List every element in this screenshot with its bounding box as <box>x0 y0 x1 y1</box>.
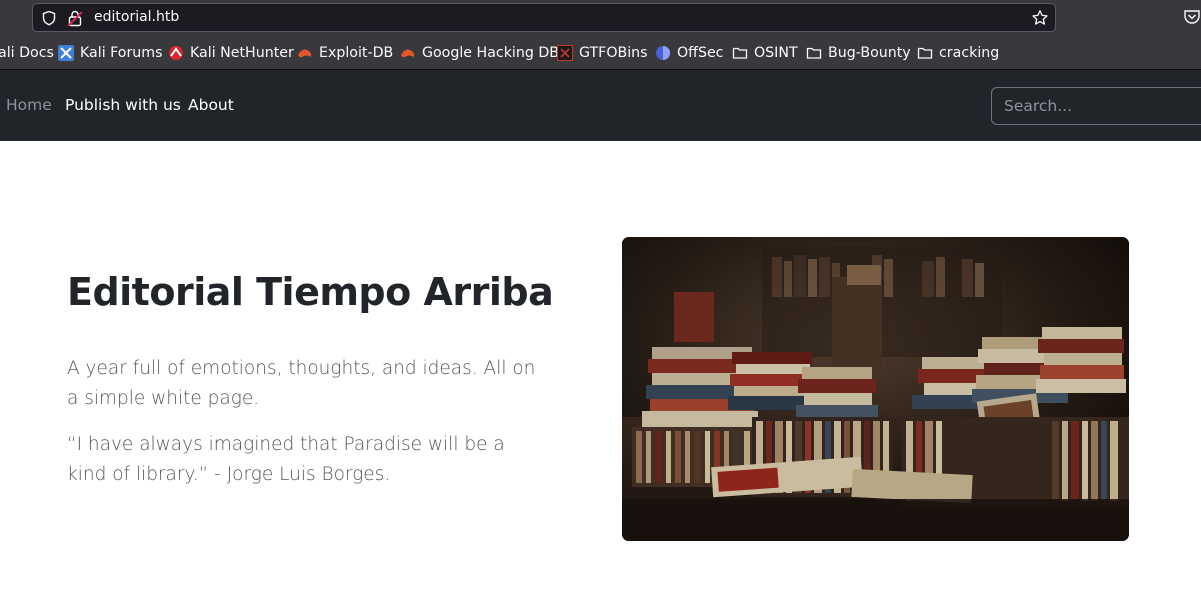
kali-forums-icon <box>58 45 74 61</box>
bookmark-label: ali Docs <box>0 45 54 61</box>
bookmark-label: cracking <box>939 45 1000 61</box>
insecure-lock-icon[interactable] <box>67 9 83 27</box>
bookmarks-toolbar: ali Docs Kali Forums Kali NetHunter Expl… <box>0 40 1201 66</box>
bookmark-kali-forums[interactable]: Kali Forums <box>58 43 163 63</box>
bookmark-label: OSINT <box>754 45 798 61</box>
bookmark-label: OffSec <box>677 45 724 61</box>
address-bar[interactable]: editorial.htb <box>32 3 1056 32</box>
folder-icon <box>732 47 748 59</box>
hero-paragraph: A year full of emotions, thoughts, and i… <box>67 358 536 409</box>
bookmark-gtfobins[interactable]: GTFOBins <box>557 43 648 63</box>
ghdb-icon <box>401 49 415 58</box>
exploit-db-icon <box>298 49 312 58</box>
folder-icon <box>806 47 822 59</box>
bookmark-label: Kali Forums <box>80 45 163 61</box>
bookmark-label: Exploit-DB <box>319 45 394 61</box>
bookmark-folder-osint[interactable]: OSINT <box>732 43 798 63</box>
bookmark-kali-nethunter[interactable]: Kali NetHunter <box>168 43 294 63</box>
bookmark-star-icon[interactable] <box>1031 9 1049 27</box>
nav-publish-link[interactable]: Publish with us <box>65 96 181 114</box>
bookmark-label: Bug-Bounty <box>828 45 911 61</box>
shield-icon[interactable] <box>41 10 57 26</box>
bookmark-label: Google Hacking DB <box>422 45 560 61</box>
offsec-icon <box>656 46 670 60</box>
site-navbar: Home Publish with us About <box>0 69 1201 141</box>
bookmark-folder-cracking[interactable]: cracking <box>917 43 999 63</box>
bookmark-label: GTFOBins <box>579 45 648 61</box>
bookmark-offsec[interactable]: OffSec <box>655 43 723 63</box>
nav-home-link[interactable]: Home <box>6 96 52 114</box>
books-illustration <box>622 237 1129 541</box>
hero-title: Editorial Tiempo Arriba <box>67 270 554 314</box>
bookmark-label: Kali NetHunter <box>190 45 294 61</box>
kali-nethunter-icon <box>169 46 183 60</box>
gtfobins-icon <box>557 45 573 61</box>
pocket-icon[interactable] <box>1183 8 1201 26</box>
search-input[interactable] <box>991 87 1201 125</box>
url-text[interactable]: editorial.htb <box>94 9 179 25</box>
bookmark-kali-docs[interactable]: ali Docs <box>0 43 54 63</box>
hero-quote: “I have always imagined that Paradise wi… <box>67 434 505 485</box>
bookmark-exploit-db[interactable]: Exploit-DB <box>297 43 393 63</box>
folder-icon <box>917 47 933 59</box>
hero-bookstore-image <box>622 237 1129 541</box>
bookmark-google-hacking-db[interactable]: Google Hacking DB <box>400 43 559 63</box>
bookmark-folder-bug-bounty[interactable]: Bug-Bounty <box>806 43 911 63</box>
nav-about-link[interactable]: About <box>188 96 234 114</box>
browser-chrome: editorial.htb ali Docs Kali Forums Kali … <box>0 0 1201 69</box>
